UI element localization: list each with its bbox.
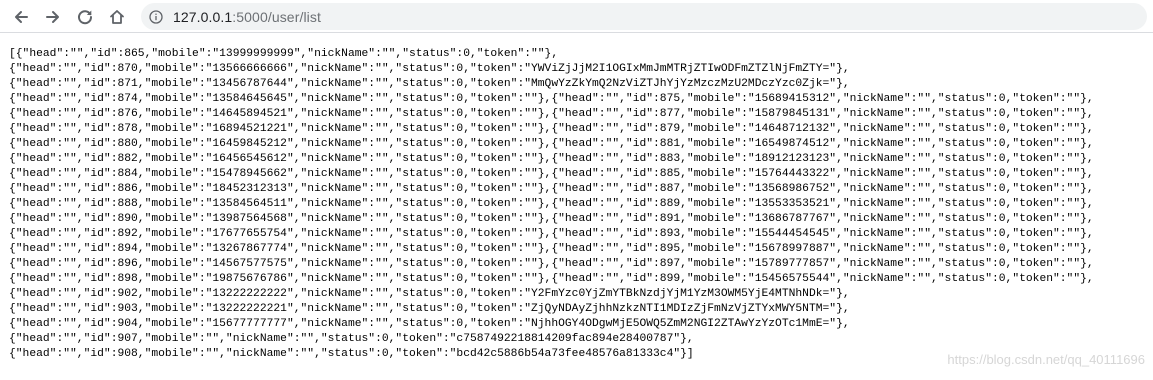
json-line: {"head":"","id":898,"mobile":"1987567678… (9, 273, 1094, 285)
json-line: {"head":"","id":894,"mobile":"1326786777… (9, 243, 1094, 255)
json-line: {"head":"","id":886,"mobile":"1845231231… (9, 183, 1094, 195)
json-line: {"head":"","id":902,"mobile":"1322222222… (9, 288, 850, 300)
json-line: [{"head":"","id":865,"mobile":"139999999… (9, 48, 559, 60)
json-line: {"head":"","id":876,"mobile":"1464589452… (9, 108, 1094, 120)
json-response-body: [{"head":"","id":865,"mobile":"139999999… (9, 47, 1149, 362)
json-line: {"head":"","id":871,"mobile":"1345678764… (9, 78, 850, 90)
url-path: :5000/user/list (232, 8, 321, 25)
json-line: {"head":"","id":888,"mobile":"1358456451… (9, 198, 1094, 210)
forward-button[interactable] (41, 5, 65, 29)
json-line: {"head":"","id":896,"mobile":"1456757757… (9, 258, 1094, 270)
json-line: {"head":"","id":890,"mobile":"1398756456… (9, 213, 1094, 225)
json-line: {"head":"","id":874,"mobile":"1358464564… (9, 93, 1094, 105)
address-url[interactable]: 127.0.0.1:5000/user/list (173, 9, 321, 25)
json-line: {"head":"","id":884,"mobile":"1547894566… (9, 168, 1094, 180)
watermark: https://blog.csdn.net/qq_40111696 (947, 352, 1145, 367)
json-line: {"head":"","id":878,"mobile":"1689452122… (9, 123, 1094, 135)
json-line: {"head":"","id":892,"mobile":"1767765575… (9, 228, 1094, 240)
reload-icon (76, 8, 94, 26)
json-line: {"head":"","id":907,"mobile":"","nickNam… (9, 333, 694, 345)
home-icon (108, 8, 126, 26)
back-arrow-icon (12, 8, 30, 26)
home-button[interactable] (105, 5, 129, 29)
reload-button[interactable] (73, 5, 97, 29)
json-line: {"head":"","id":880,"mobile":"1645984521… (9, 138, 1094, 150)
back-button[interactable] (9, 5, 33, 29)
info-icon[interactable] (149, 9, 163, 24)
json-line: {"head":"","id":904,"mobile":"1567777777… (9, 318, 850, 330)
forward-arrow-icon (44, 8, 62, 26)
url-host: 127.0.0.1 (173, 8, 233, 25)
json-line: {"head":"","id":870,"mobile":"1356666666… (9, 63, 850, 75)
browser-toolbar: 127.0.0.1:5000/user/list (0, 0, 1153, 33)
address-bar[interactable]: 127.0.0.1:5000/user/list (141, 3, 1147, 30)
json-line: {"head":"","id":882,"mobile":"1645654561… (9, 153, 1094, 165)
json-line: {"head":"","id":903,"mobile":"1322222222… (9, 303, 850, 315)
